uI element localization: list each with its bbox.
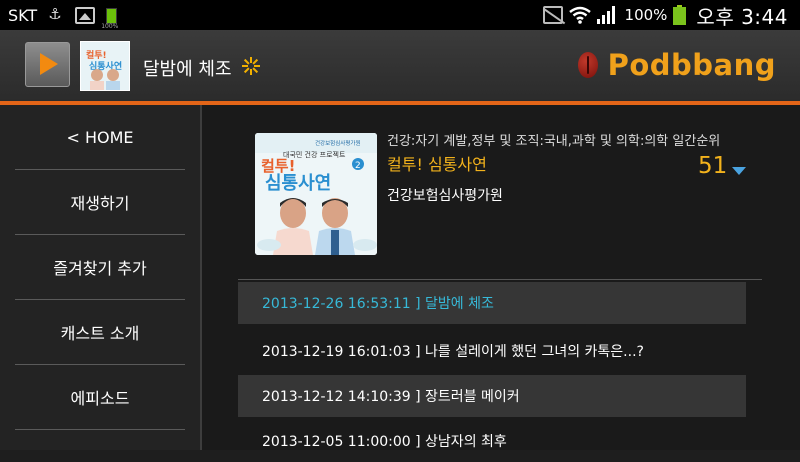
battery-percent: 100% [624,6,668,24]
usb-icon [46,5,66,25]
play-button[interactable] [25,42,70,87]
battery-icon [673,5,687,25]
brand-name: Podbbang [607,48,776,82]
now-playing-title: 달밤에 체조 [143,59,232,80]
mute-icon [542,6,563,24]
sidebar-item-episodes[interactable]: 에피소드 [0,365,200,429]
sidebar-item-home[interactable]: < HOME [0,105,200,169]
episode-item[interactable]: 2013-12-26 16:53:11 ] 달밤에 체조 [238,282,746,324]
cover-logo-line2: 심통사연 [265,173,331,194]
app-header: 컬투! 심통사연 달밤에 체조 Podbbang [0,30,800,101]
image-icon [75,6,96,24]
episode-item[interactable]: 2013-12-19 16:01:03 ] 나를 설레이게 했던 그녀의 카톡은… [238,330,746,372]
status-bar: SKT 100% 100% 오후 3:44 [0,0,800,30]
sidebar: < HOME 재생하기 즐겨찾기 추가 캐스트 소개 에피소드 [0,105,200,450]
cover-season-number: 2 [355,161,361,171]
brand-logo: Podbbang [577,48,776,82]
carrier-label: SKT [8,5,38,25]
wifi-icon [568,6,591,24]
podcast-title: 컬투! 심통사연 [387,155,487,174]
daily-rank: 51 [698,153,728,179]
podcast-category: 건강:자기 계발,정부 및 조직:국내,과학 및 의학:의학 일간순위 [387,134,721,149]
divider [238,279,762,280]
clock: 오후 3:44 [696,4,788,29]
main-content: 건강보험심사평가원 대국민 건강 프로젝트 컬투! 심통사연 2 건강:자기 계… [202,105,800,450]
cover-org-text: 건강보험심사평가원 [315,139,361,147]
battery-small-label: 100% [101,23,119,30]
thumb-logo-text: 컬투! [86,49,107,61]
podcast-cover-image: 건강보험심사평가원 대국민 건강 프로젝트 컬투! 심통사연 2 [255,133,377,255]
now-playing-thumbnail[interactable]: 컬투! 심통사연 [80,41,130,91]
sidebar-item-play[interactable]: 재생하기 [0,170,200,234]
episode-item[interactable]: 2013-12-12 14:10:39 ] 장트러블 메이커 [238,375,746,417]
podcast-publisher: 건강보험심사평가원 [387,188,503,204]
loading-spinner-icon [242,57,260,75]
sidebar-item-add-favorite[interactable]: 즐겨찾기 추가 [0,235,200,299]
episode-item[interactable]: 2013-12-05 11:00:00 ] 상남자의 최후 [238,420,746,462]
rank-down-arrow-icon[interactable] [732,167,746,175]
divider [15,429,185,430]
sidebar-item-cast-intro[interactable]: 캐스트 소개 [0,300,200,364]
battery-icon: 100% [101,5,118,30]
signal-icon [596,6,619,24]
bean-logo-icon [577,52,598,78]
